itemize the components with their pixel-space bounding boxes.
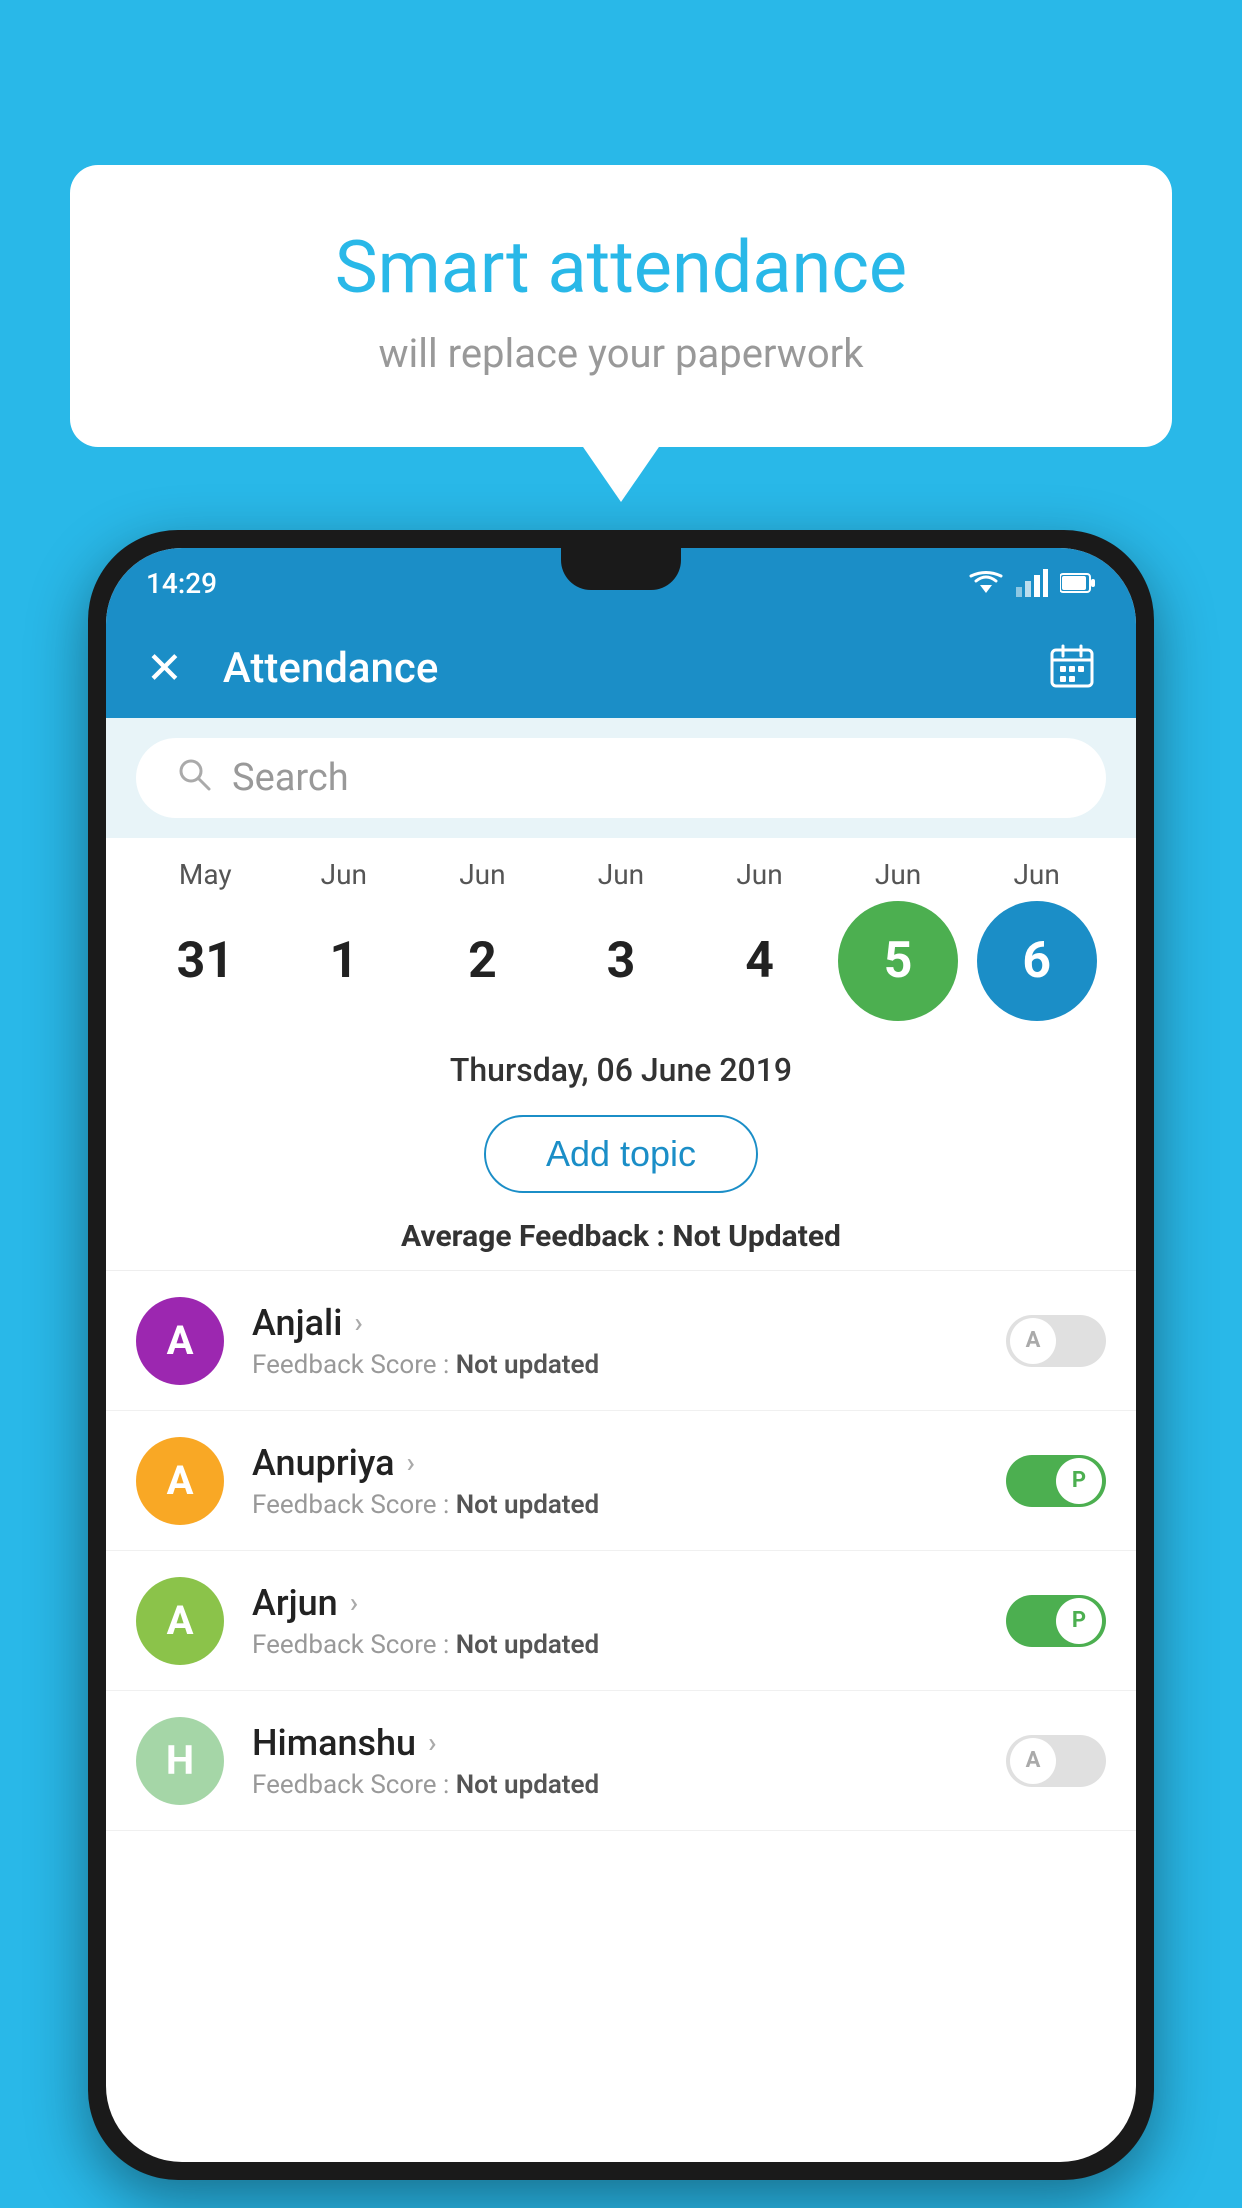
student-name-1: Anupriya ›: [252, 1442, 1006, 1484]
attendance-toggle-2[interactable]: P: [1006, 1595, 1106, 1647]
month-5: Jun: [838, 858, 958, 891]
battery-icon: [1060, 572, 1096, 594]
month-3: Jun: [561, 858, 681, 891]
avatar-0: A: [136, 1297, 224, 1385]
phone-inner: 14:29: [106, 548, 1136, 2162]
chevron-icon-0: ›: [354, 1306, 362, 1339]
month-2: Jun: [422, 858, 542, 891]
student-item-1[interactable]: A Anupriya › Feedback Score : Not update…: [106, 1411, 1136, 1551]
feedback-score-0: Feedback Score : Not updated: [252, 1350, 1006, 1380]
student-name-2: Arjun ›: [252, 1582, 1006, 1624]
feedback-score-2: Feedback Score : Not updated: [252, 1630, 1006, 1660]
attendance-toggle-3[interactable]: A: [1006, 1735, 1106, 1787]
date-2[interactable]: 2: [422, 901, 542, 1021]
add-topic-container: Add topic: [106, 1099, 1136, 1209]
date-5[interactable]: 5: [838, 901, 958, 1021]
phone-frame: 14:29: [88, 530, 1154, 2180]
date-info: Thursday, 06 June 2019: [106, 1031, 1136, 1099]
calendar-months: May Jun Jun Jun Jun Jun Jun: [136, 858, 1106, 891]
wifi-icon: [968, 569, 1004, 597]
search-placeholder: Search: [232, 756, 349, 800]
month-1: Jun: [284, 858, 404, 891]
calendar-icon[interactable]: [1048, 642, 1096, 694]
student-info-3: Himanshu › Feedback Score : Not updated: [252, 1722, 1006, 1800]
avatar-2: A: [136, 1577, 224, 1665]
student-list: A Anjali › Feedback Score : Not updated …: [106, 1271, 1136, 1831]
search-icon: [176, 756, 212, 801]
speech-bubble: Smart attendance will replace your paper…: [70, 165, 1172, 447]
calendar-strip: May Jun Jun Jun Jun Jun Jun 31 1 2 3 4 5…: [106, 838, 1136, 1031]
student-info-0: Anjali › Feedback Score : Not updated: [252, 1302, 1006, 1380]
date-1[interactable]: 1: [284, 901, 404, 1021]
search-bar[interactable]: Search: [136, 738, 1106, 818]
feedback-score-1: Feedback Score : Not updated: [252, 1490, 1006, 1520]
date-3[interactable]: 3: [561, 901, 681, 1021]
student-name-3: Himanshu ›: [252, 1722, 1006, 1764]
student-item-0[interactable]: A Anjali › Feedback Score : Not updated …: [106, 1271, 1136, 1411]
attendance-toggle-1[interactable]: P: [1006, 1455, 1106, 1507]
month-4: Jun: [700, 858, 820, 891]
close-button[interactable]: ✕: [146, 642, 183, 694]
calendar-dates: 31 1 2 3 4 5 6: [136, 901, 1106, 1021]
chevron-icon-2: ›: [350, 1586, 358, 1619]
status-time: 14:29: [146, 567, 217, 600]
date-31[interactable]: 31: [145, 901, 265, 1021]
status-bar: 14:29: [106, 548, 1136, 618]
speech-bubble-container: Smart attendance will replace your paper…: [70, 165, 1172, 447]
toggle-thumb-2: P: [1056, 1598, 1102, 1644]
avatar-3: H: [136, 1717, 224, 1805]
feedback-summary: Average Feedback : Not Updated: [106, 1209, 1136, 1271]
date-6[interactable]: 6: [977, 901, 1097, 1021]
feedback-summary-value: Not Updated: [672, 1219, 841, 1254]
month-0: May: [145, 858, 265, 891]
toggle-thumb-1: P: [1056, 1458, 1102, 1504]
student-info-1: Anupriya › Feedback Score : Not updated: [252, 1442, 1006, 1520]
attendance-toggle-0[interactable]: A: [1006, 1315, 1106, 1367]
avatar-1: A: [136, 1437, 224, 1525]
student-info-2: Arjun › Feedback Score : Not updated: [252, 1582, 1006, 1660]
month-6: Jun: [977, 858, 1097, 891]
selected-date-text: Thursday, 06 June 2019: [106, 1051, 1136, 1089]
student-item-2[interactable]: A Arjun › Feedback Score : Not updated P: [106, 1551, 1136, 1691]
app-bar: ✕ Attendance: [106, 618, 1136, 718]
search-container: Search: [106, 718, 1136, 838]
feedback-summary-label: Average Feedback :: [401, 1219, 672, 1254]
chevron-icon-1: ›: [407, 1446, 415, 1479]
student-name-0: Anjali ›: [252, 1302, 1006, 1344]
date-4[interactable]: 4: [700, 901, 820, 1021]
bubble-subtitle: will replace your paperwork: [150, 330, 1092, 377]
status-icons: [968, 569, 1096, 597]
chevron-icon-3: ›: [428, 1726, 436, 1759]
toggle-thumb-3: A: [1010, 1738, 1056, 1784]
signal-icon: [1016, 569, 1048, 597]
app-title: Attendance: [223, 644, 1048, 693]
toggle-thumb-0: A: [1010, 1318, 1056, 1364]
add-topic-button[interactable]: Add topic: [484, 1115, 758, 1193]
bubble-title: Smart attendance: [150, 225, 1092, 310]
notch: [561, 548, 681, 590]
student-item-3[interactable]: H Himanshu › Feedback Score : Not update…: [106, 1691, 1136, 1831]
feedback-score-3: Feedback Score : Not updated: [252, 1770, 1006, 1800]
